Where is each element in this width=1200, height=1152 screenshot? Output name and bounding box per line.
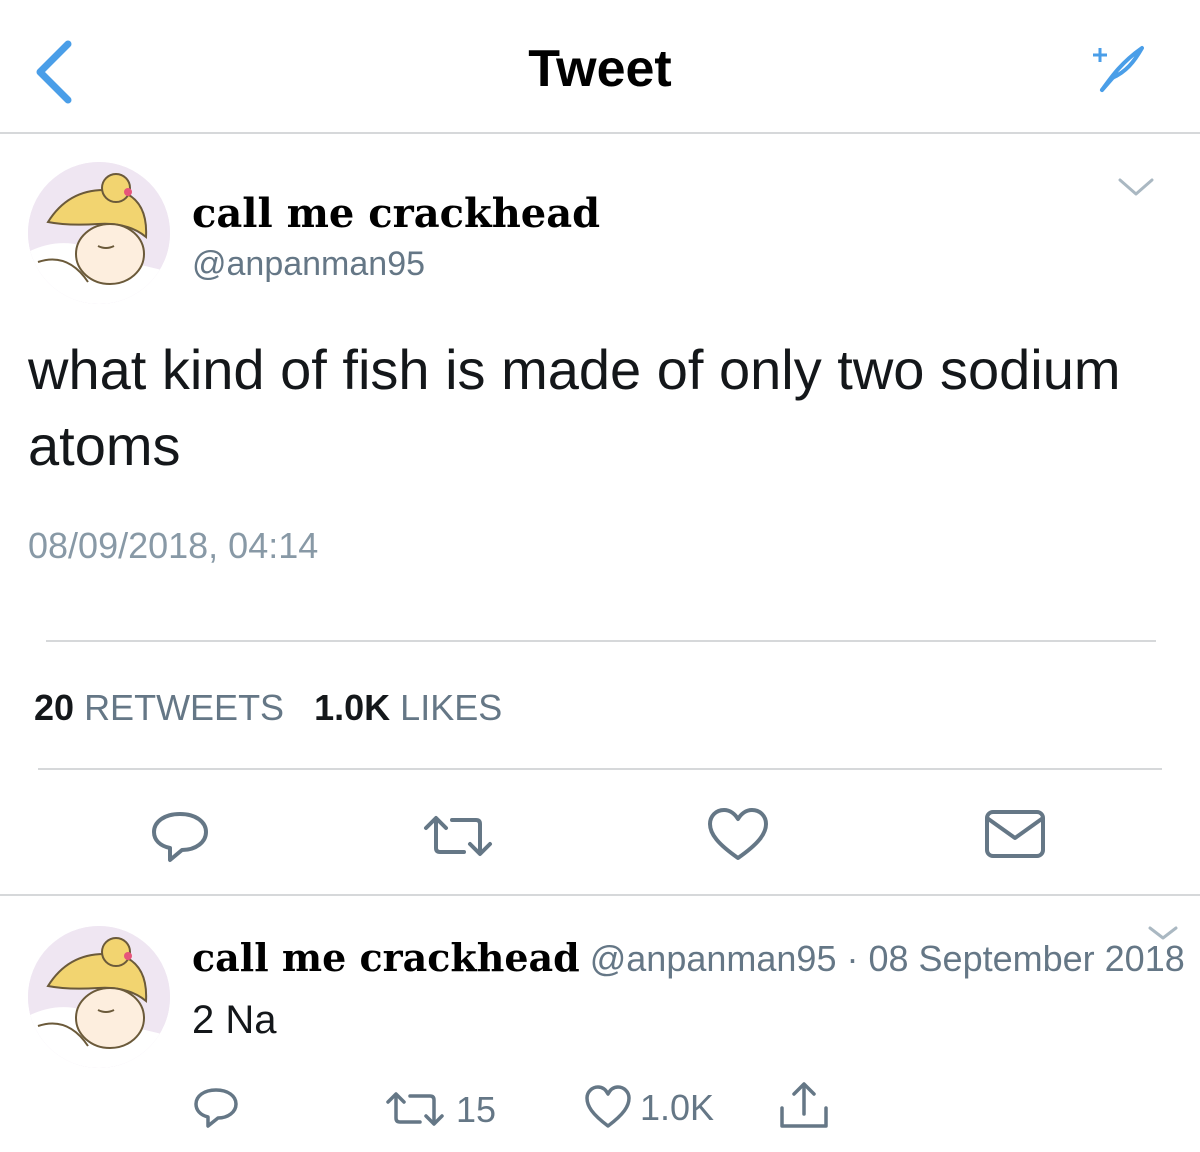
divider — [38, 768, 1162, 770]
chevron-down-icon — [1118, 178, 1154, 196]
tweet-options-button[interactable] — [1112, 168, 1160, 208]
feather-sparkle-icon — [1093, 46, 1144, 92]
reply-icon — [152, 812, 208, 862]
likes-label: LIKES — [400, 687, 503, 728]
separator-dot: · — [846, 938, 859, 979]
user-handle[interactable]: @anpanman95 — [192, 242, 425, 286]
tweet-stats: 20 RETWEETS 1.0K LIKES — [34, 684, 502, 732]
like-button[interactable] — [706, 806, 770, 864]
share-icon — [780, 1082, 828, 1128]
retweet-icon — [386, 1092, 444, 1126]
like-icon — [708, 808, 768, 860]
tweet-text: what kind of fish is made of only two so… — [28, 338, 1121, 477]
retweet-icon — [424, 816, 492, 856]
avatar-illustration — [28, 926, 170, 1068]
reply-icon — [194, 1088, 238, 1128]
retweets-stat[interactable]: 20 RETWEETS — [34, 687, 294, 728]
direct-message-icon — [985, 810, 1045, 858]
user-handle[interactable]: @anpanman95 — [590, 938, 837, 979]
avatar-illustration — [28, 162, 170, 304]
like-button[interactable]: 1.0K — [584, 1084, 724, 1132]
reply-button[interactable] — [148, 808, 212, 864]
display-name[interactable]: call me crackhead — [192, 935, 580, 980]
retweets-count: 15 — [456, 1089, 497, 1130]
divider — [46, 640, 1156, 642]
retweets-label: RETWEETS — [84, 687, 285, 728]
divider — [0, 894, 1200, 896]
likes-count: 1.0K — [640, 1087, 715, 1128]
tweet-options-button[interactable] — [1144, 918, 1182, 948]
display-name[interactable]: call me crackhead — [192, 190, 600, 238]
likes-count: 1.0K — [314, 687, 391, 728]
likes-stat[interactable]: 1.0K LIKES — [314, 687, 502, 728]
avatar[interactable] — [28, 926, 170, 1068]
reply-text: 2 Na — [192, 998, 277, 1042]
like-icon — [585, 1085, 631, 1128]
compose-tweet-button[interactable] — [1090, 40, 1150, 96]
share-button[interactable] — [776, 1080, 832, 1132]
page-title: Tweet — [528, 40, 672, 98]
reply-header: call me crackhead @anpanman95 · 08 Septe… — [192, 934, 1185, 983]
retweet-button[interactable] — [420, 810, 496, 862]
retweet-button[interactable]: 15 — [384, 1086, 504, 1132]
reply-date: 08 September 2018 — [868, 938, 1185, 979]
reply-button[interactable] — [192, 1086, 240, 1132]
avatar[interactable] — [28, 162, 170, 304]
tweet-timestamp: 08/09/2018, 04:14 — [28, 525, 319, 566]
chevron-down-icon — [1148, 926, 1178, 940]
retweets-count: 20 — [34, 687, 75, 728]
direct-message-button[interactable] — [982, 806, 1048, 862]
